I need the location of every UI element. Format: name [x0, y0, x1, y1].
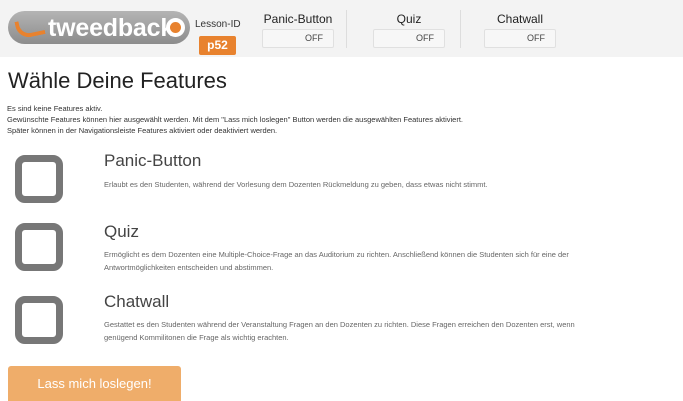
nav-divider [346, 10, 347, 48]
feature-title: Quiz [104, 222, 139, 241]
intro-line-instructions: Gewünschte Features können hier ausgewäh… [7, 115, 463, 124]
toggle-state-label: OFF [416, 33, 434, 43]
page-title: Wähle Deine Features [8, 68, 227, 93]
panic-button-checkbox[interactable] [15, 155, 63, 203]
nav-divider [460, 10, 461, 48]
feature-title: Chatwall [104, 292, 170, 311]
chatwall-toggle-group: Chatwall OFF [484, 12, 556, 48]
feature-description: Ermöglicht es dem Dozenten eine Multiple… [104, 248, 683, 274]
intro-line-status: Es sind keine Features aktiv. [7, 104, 103, 113]
feature-description-line: Ermöglicht es dem Dozenten eine Multiple… [104, 250, 569, 259]
top-navigation-bar: tweedback Lesson-ID p52 Panic-Button OFF… [0, 0, 683, 57]
feature-description-line: genügend Kommilitonen die Frage als wich… [104, 333, 289, 342]
feature-description-line: Antwortmöglichkeiten entscheiden und abs… [104, 263, 274, 272]
quiz-toggle-group: Quiz OFF [373, 12, 445, 48]
quiz-toggle[interactable]: OFF [373, 29, 445, 48]
panic-button-toggle-title: Panic-Button [263, 12, 333, 26]
lesson-id-label: Lesson-ID [195, 19, 241, 30]
logo-circle-icon [166, 18, 185, 37]
tweedback-logo[interactable]: tweedback [8, 11, 190, 44]
chatwall-toggle[interactable]: OFF [484, 29, 556, 48]
chatwall-checkbox[interactable] [15, 296, 63, 344]
intro-line-navigation: Später können in der Navigationsleiste F… [7, 126, 278, 135]
feature-description: Erlaubt es den Studenten, während der Vo… [104, 178, 683, 191]
logo-check-icon [14, 16, 46, 40]
feature-description-line: Erlaubt es den Studenten, während der Vo… [104, 180, 488, 189]
logo-text: tweedback [48, 14, 175, 42]
toggle-state-label: OFF [305, 33, 323, 43]
toggle-state-label: OFF [527, 33, 545, 43]
feature-description: Gestattet es den Studenten während der V… [104, 318, 683, 344]
panic-button-toggle[interactable]: OFF [262, 29, 334, 48]
feature-description-line: Gestattet es den Studenten während der V… [104, 320, 575, 329]
feature-title: Panic-Button [104, 151, 202, 170]
quiz-checkbox[interactable] [15, 223, 63, 271]
quiz-toggle-title: Quiz [396, 12, 422, 26]
intro-text: Es sind keine Features aktiv. Gewünschte… [7, 103, 463, 136]
chatwall-toggle-title: Chatwall [496, 12, 544, 26]
start-button[interactable]: Lass mich loslegen! [8, 366, 181, 401]
lesson-id-badge: p52 [199, 36, 236, 55]
panic-button-toggle-group: Panic-Button OFF [262, 12, 334, 48]
